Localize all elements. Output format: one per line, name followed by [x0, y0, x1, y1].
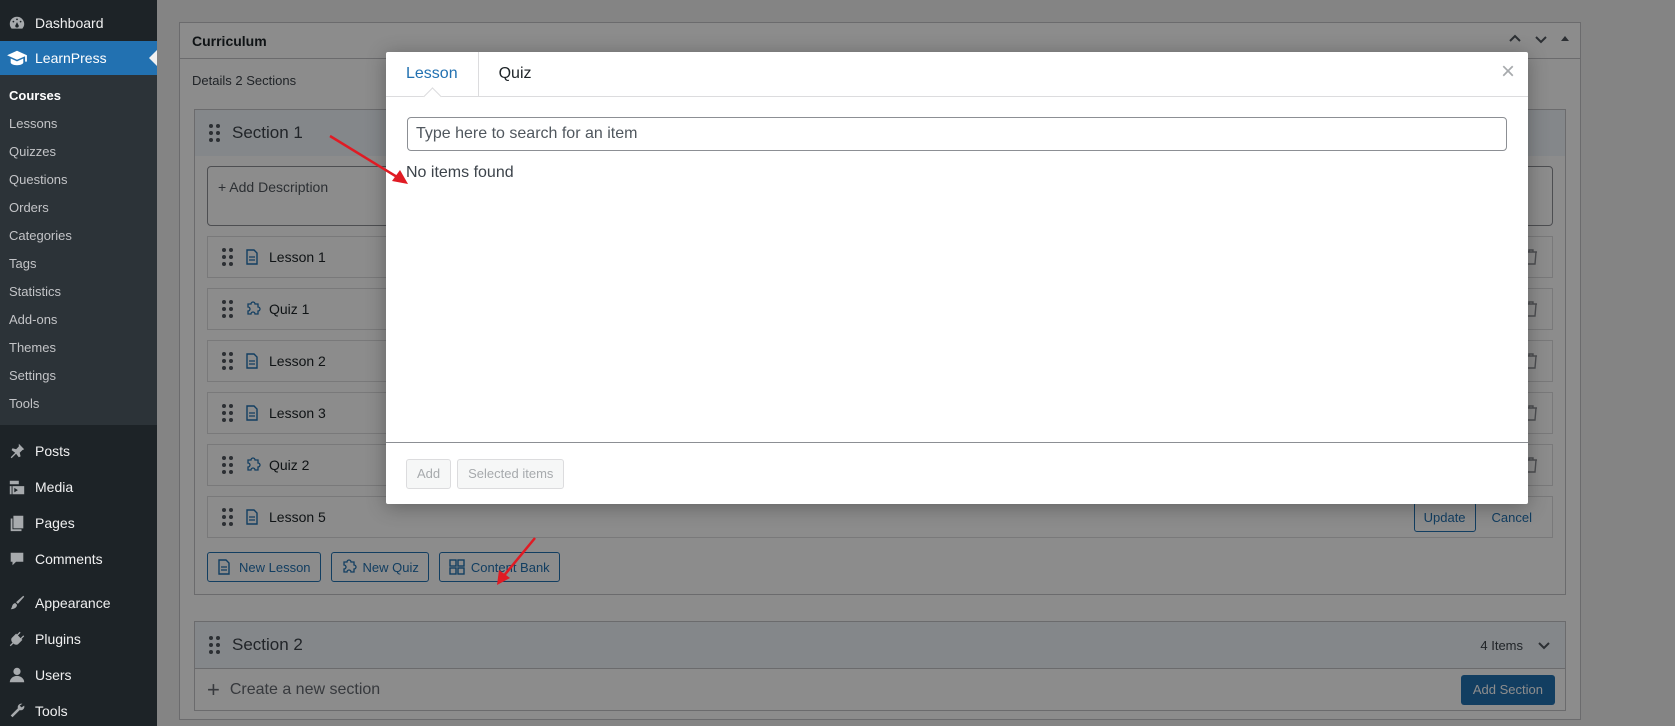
menu-posts[interactable]: Posts	[0, 433, 157, 469]
submenu-themes[interactable]: Themes	[0, 333, 157, 361]
submenu-statistics[interactable]: Statistics	[0, 277, 157, 305]
submenu-add-ons[interactable]: Add-ons	[0, 305, 157, 333]
submenu-tags[interactable]: Tags	[0, 249, 157, 277]
submenu-settings[interactable]: Settings	[0, 361, 157, 389]
wrench-icon	[7, 701, 27, 721]
menu-users[interactable]: Users	[0, 657, 157, 693]
learnpress-submenu: Courses Lessons Quizzes Questions Orders…	[0, 75, 157, 425]
paintbrush-icon	[7, 593, 27, 613]
menu-dashboard-label: Dashboard	[35, 15, 104, 31]
submenu-tools[interactable]: Tools	[0, 389, 157, 417]
menu-pages-label: Pages	[35, 515, 75, 531]
menu-media[interactable]: Media	[0, 469, 157, 505]
dashboard-icon	[7, 13, 27, 33]
add-button[interactable]: Add	[406, 458, 452, 489]
menu-posts-label: Posts	[35, 443, 71, 459]
submenu-orders[interactable]: Orders	[0, 193, 157, 221]
menu-tools[interactable]: Tools	[0, 693, 157, 726]
modal-footer: Add Selected items	[386, 442, 1528, 504]
close-icon[interactable]: ×	[1498, 60, 1518, 84]
menu-learnpress-label: LearnPress	[35, 50, 107, 66]
submenu-lessons[interactable]: Lessons	[0, 109, 157, 137]
pages-icon	[7, 513, 27, 533]
submenu-quizzes[interactable]: Quizzes	[0, 137, 157, 165]
menu-dashboard[interactable]: Dashboard	[0, 5, 157, 41]
submenu-categories[interactable]: Categories	[0, 221, 157, 249]
menu-media-label: Media	[35, 479, 74, 495]
pushpin-icon	[7, 441, 27, 461]
select-items-modal: Lesson Quiz × No items found Add Selecte…	[386, 52, 1528, 504]
comment-icon	[7, 549, 27, 569]
menu-comments-label: Comments	[35, 551, 103, 567]
menu-appearance-label: Appearance	[35, 595, 111, 611]
menu-comments[interactable]: Comments	[0, 541, 157, 577]
submenu-questions[interactable]: Questions	[0, 165, 157, 193]
tab-quiz[interactable]: Quiz	[479, 52, 552, 96]
search-input[interactable]	[407, 117, 1507, 151]
user-icon	[7, 665, 27, 685]
menu-plugins-label: Plugins	[35, 631, 81, 647]
menu-appearance[interactable]: Appearance	[0, 585, 157, 621]
submenu-courses[interactable]: Courses	[0, 81, 157, 109]
menu-learnpress[interactable]: LearnPress	[0, 41, 157, 75]
graduation-cap-icon	[7, 48, 27, 68]
empty-message: No items found	[406, 164, 514, 181]
menu-tools-label: Tools	[35, 703, 68, 719]
modal-tabs: Lesson Quiz ×	[386, 52, 1528, 97]
media-icon	[7, 477, 27, 497]
plug-icon	[7, 629, 27, 649]
menu-pages[interactable]: Pages	[0, 505, 157, 541]
selected-items-button[interactable]: Selected items	[457, 458, 565, 489]
admin-sidebar: Dashboard LearnPress Courses Lessons Qui…	[0, 0, 157, 726]
menu-plugins[interactable]: Plugins	[0, 621, 157, 657]
tab-lesson[interactable]: Lesson	[386, 52, 479, 96]
menu-users-label: Users	[35, 667, 72, 683]
